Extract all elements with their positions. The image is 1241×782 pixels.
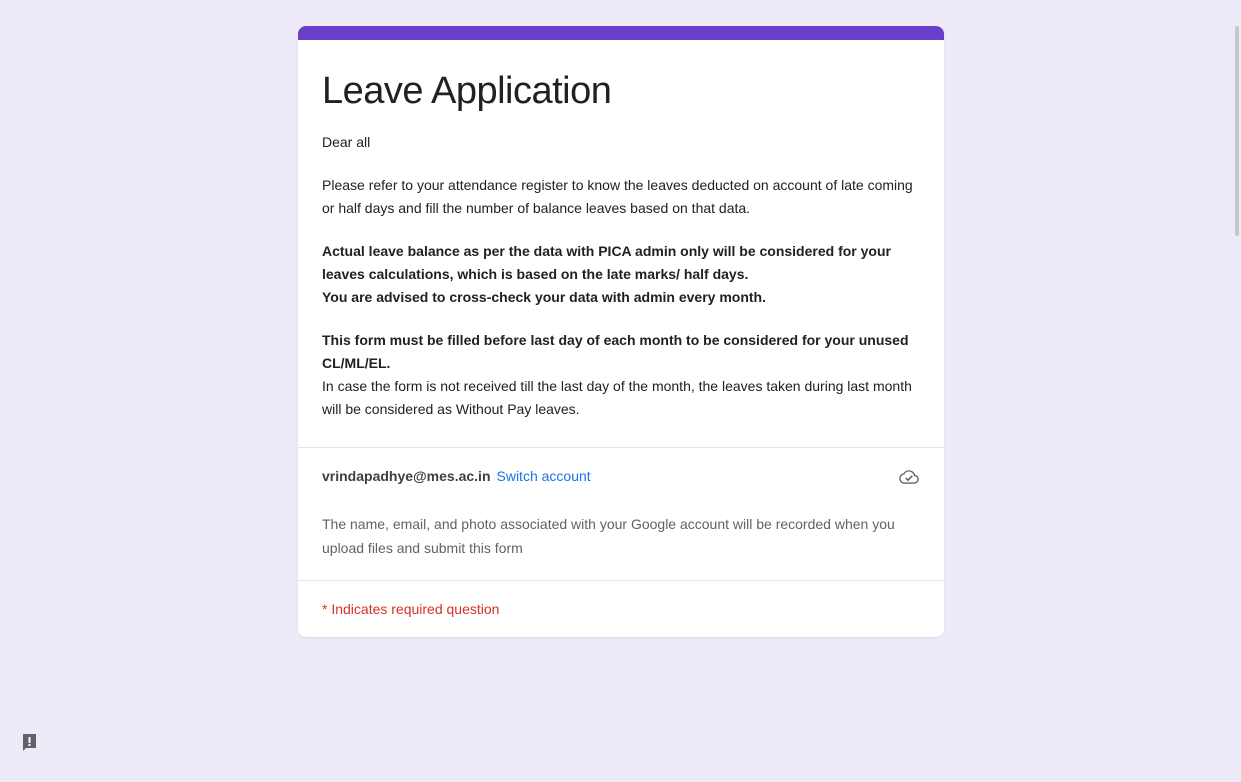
instruction-paragraph: Please refer to your attendance register…: [322, 177, 913, 216]
deadline-notice-bold: This form must be filled before last day…: [322, 332, 909, 371]
scrollbar[interactable]: [1235, 26, 1239, 236]
report-icon[interactable]: [22, 733, 38, 751]
required-section: * Indicates required question: [298, 581, 944, 637]
balance-notice-line2: You are advised to cross-check your data…: [322, 289, 766, 305]
required-note: * Indicates required question: [322, 601, 500, 617]
balance-notice-line1: Actual leave balance as per the data wit…: [322, 243, 891, 282]
deadline-notice-normal: In case the form is not received till th…: [322, 378, 912, 417]
greeting-text: Dear all: [322, 134, 371, 150]
account-section: vrindapadhye@mes.ac.in Switch account Th…: [298, 448, 944, 580]
account-email: vrindapadhye@mes.ac.in: [322, 468, 491, 484]
form-description: Dear all Please refer to your attendance…: [322, 131, 920, 421]
privacy-note: The name, email, and photo associated wi…: [322, 516, 895, 556]
form-accent-bar: [298, 26, 944, 40]
deadline-notice: This form must be filled before last day…: [322, 329, 920, 421]
form-card: Leave Application Dear all Please refer …: [298, 26, 944, 637]
cloud-saved-icon: [899, 470, 919, 484]
account-row: vrindapadhye@mes.ac.in Switch account: [322, 468, 920, 484]
balance-notice: Actual leave balance as per the data wit…: [322, 240, 920, 309]
switch-account-link[interactable]: Switch account: [497, 468, 591, 484]
form-header: Leave Application Dear all Please refer …: [298, 40, 944, 447]
form-title: Leave Application: [322, 70, 612, 112]
